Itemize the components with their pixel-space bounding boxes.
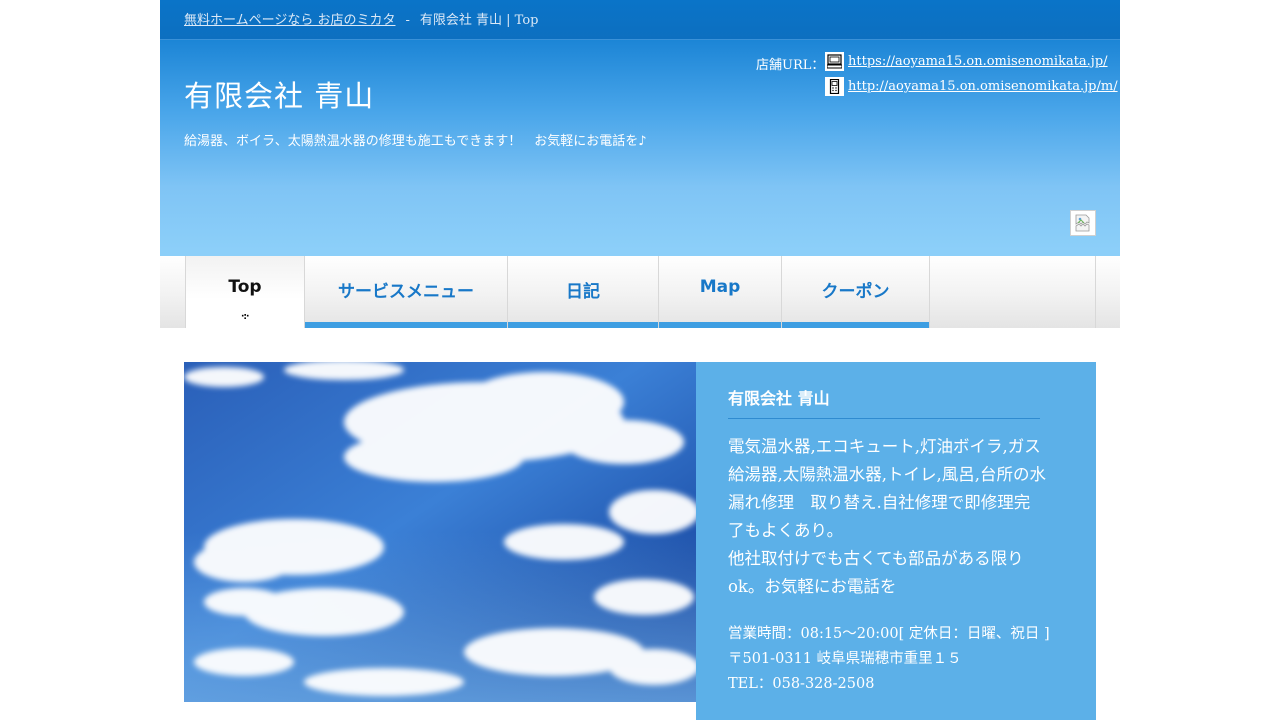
site-title[interactable]: 有限会社 青山 xyxy=(184,73,374,115)
pc-url-row: https://aoyama15.on.omisenomikata.jp/ xyxy=(825,52,1108,71)
hero-image xyxy=(184,362,696,702)
top-bar: 無料ホームページなら お店のミカタ - 有限会社 青山 | Top xyxy=(160,0,1120,40)
mobile-url-link[interactable]: http://aoyama15.on.omisenomikata.jp/m/ xyxy=(848,79,1118,94)
cursor-dots-icon: ·:· xyxy=(241,312,250,322)
nav-item-map-label: Map xyxy=(699,277,741,297)
nav-underline xyxy=(508,322,658,328)
shop-meta: 営業時間：08:15〜20:00[ 定休日：日曜、祝日 ] 〒501-0311 … xyxy=(728,622,1050,697)
nav-item-coupon-label: クーポン xyxy=(821,282,890,302)
nav-underline xyxy=(659,322,781,328)
pc-url-link[interactable]: https://aoyama15.on.omisenomikata.jp/ xyxy=(848,54,1108,69)
store-url-label: 店舗URL： xyxy=(756,58,825,73)
mobile-phone-icon xyxy=(825,77,844,96)
nav-item-top-label: Top xyxy=(228,277,262,297)
nav-item-service-menu[interactable]: サービスメニュー xyxy=(304,256,507,328)
broken-image-icon[interactable] xyxy=(1070,210,1096,236)
business-hours: 営業時間：08:15〜20:00[ 定休日：日曜、祝日 ] xyxy=(728,626,1050,642)
nav-divider xyxy=(1095,256,1096,328)
pc-icon xyxy=(825,52,844,71)
breadcrumb: 無料ホームページなら お店のミカタ - 有限会社 青山 | Top xyxy=(184,9,538,28)
mobile-url-row: http://aoyama15.on.omisenomikata.jp/m/ xyxy=(825,77,1118,96)
site-tagline: 給湯器、ボイラ、太陽熱温水器の修理も施工もできます！ お気軽にお電話を♪ xyxy=(184,134,647,149)
description-line: 他社取付けでも古くても部品がある限りok。お気軽にお電話を xyxy=(728,549,1024,596)
shop-name: 有限会社 青山 xyxy=(728,389,830,408)
omisenomikata-link[interactable]: 無料ホームページなら お店のミカタ xyxy=(184,13,395,28)
nav-underline xyxy=(305,322,507,328)
shop-description: 電気温水器,エコキュート,灯油ボイラ,ガス給湯器,太陽熱温水器,トイレ,風呂,台… xyxy=(728,433,1046,601)
main-nav: Top ·:· サービスメニュー 日記 Map クーポン xyxy=(160,256,1120,328)
nav-item-map[interactable]: Map xyxy=(658,256,781,328)
nav-item-coupon[interactable]: クーポン xyxy=(781,256,929,328)
nav-item-diary-label: 日記 xyxy=(566,282,600,302)
nav-divider xyxy=(929,256,930,328)
breadcrumb-current: 有限会社 青山 | Top xyxy=(419,13,539,28)
divider xyxy=(728,418,1040,419)
nav-item-service-menu-label: サービスメニュー xyxy=(338,282,474,302)
nav-item-diary[interactable]: 日記 xyxy=(507,256,658,328)
shop-info-box: 有限会社 青山 電気温水器,エコキュート,灯油ボイラ,ガス給湯器,太陽熱温水器,… xyxy=(696,362,1096,720)
description-line: 電気温水器,エコキュート,灯油ボイラ,ガス給湯器,太陽熱温水器,トイレ,風呂,台… xyxy=(728,437,1046,540)
telephone[interactable]: TEL：058-328-2508 xyxy=(728,672,1050,697)
page: 無料ホームページなら お店のミカタ - 有限会社 青山 | Top 有限会社 青山 … xyxy=(160,0,1120,720)
nav-item-top[interactable]: Top ·:· xyxy=(185,256,304,328)
breadcrumb-separator: - xyxy=(405,13,410,28)
address: 〒501-0311 岐阜県瑞穂市重里１５ xyxy=(728,651,962,667)
site-header: 有限会社 青山 給湯器、ボイラ、太陽熱温水器の修理も施工もできます！ お気軽にお… xyxy=(160,40,1120,250)
nav-underline xyxy=(782,322,929,328)
